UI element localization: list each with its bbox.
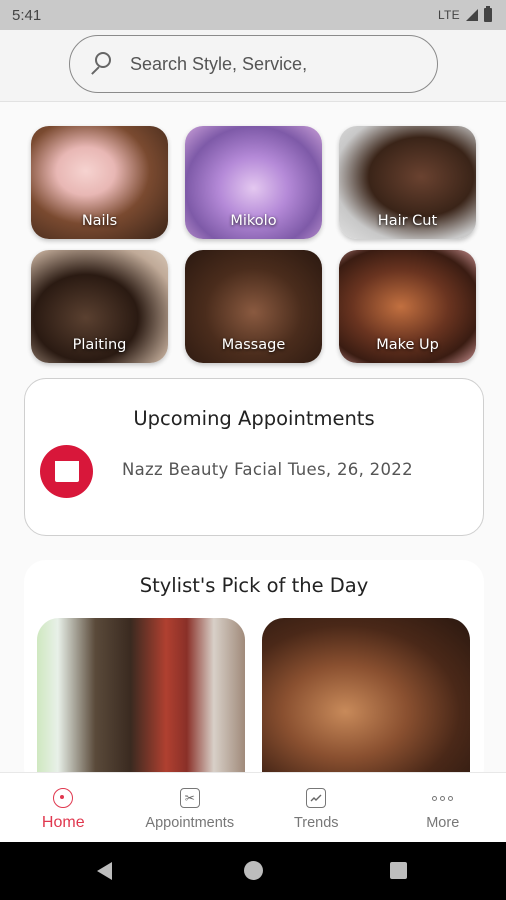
upcoming-appointments-title: Upcoming Appointments [133, 407, 375, 430]
nav-more[interactable]: More [380, 773, 506, 842]
battery-icon [484, 6, 492, 22]
nav-home[interactable]: Home [0, 773, 127, 842]
nav-label: More [426, 815, 460, 831]
category-tile-massage[interactable]: Massage [185, 250, 322, 363]
network-type: LTE [437, 8, 460, 22]
more-icon [432, 787, 454, 809]
status-time: 5:41 [12, 6, 42, 24]
stylist-pick-image[interactable] [262, 618, 470, 788]
search-input[interactable] [130, 53, 410, 75]
upcoming-appointments-card[interactable]: Upcoming Appointments Nazz Beauty Facial… [24, 378, 484, 536]
category-tile-make-up[interactable]: Make Up [339, 250, 476, 363]
nav-label: Home [41, 814, 85, 831]
category-label: Hair Cut [377, 213, 438, 229]
search-icon[interactable] [88, 51, 114, 77]
home-icon [52, 787, 74, 809]
search-bar[interactable] [69, 35, 438, 93]
category-tile-mikolo[interactable]: Mikolo [185, 126, 322, 239]
category-label: Plaiting [72, 337, 127, 353]
category-label: Massage [221, 337, 286, 353]
recent-apps-icon[interactable] [390, 862, 407, 879]
stylist-pick-image[interactable] [37, 618, 245, 788]
appointment-detail[interactable]: Nazz Beauty Facial Tues, 26, 2022 [122, 460, 413, 479]
calendar-badge [40, 445, 93, 498]
stylist-pick-section: Stylist's Pick of the Day [24, 560, 484, 790]
trend-icon [305, 787, 327, 809]
search-header [0, 30, 506, 102]
nav-label: Appointments [145, 815, 235, 831]
nav-label: Trends [293, 815, 339, 831]
category-label: Make Up [376, 337, 439, 353]
stylist-pick-title: Stylist's Pick of the Day [139, 574, 369, 597]
category-tile-plaiting[interactable]: Plaiting [31, 250, 168, 363]
back-icon[interactable] [97, 862, 112, 880]
category-label: Nails [81, 213, 118, 229]
home-circle-icon[interactable] [244, 861, 263, 880]
status-icons: LTE [437, 6, 492, 22]
bottom-navigation: Home ✂ Appointments Trends More [0, 772, 506, 842]
scissors-icon: ✂ [179, 787, 201, 809]
status-bar: 5:41 LTE [0, 0, 506, 30]
category-tile-nails[interactable]: Nails [31, 126, 168, 239]
nav-appointments[interactable]: ✂ Appointments [127, 773, 254, 842]
system-navigation-bar [0, 842, 506, 900]
signal-icon [466, 9, 478, 21]
category-label: Mikolo [230, 213, 277, 229]
nav-trends[interactable]: Trends [253, 773, 380, 842]
category-tile-hair-cut[interactable]: Hair Cut [339, 126, 476, 239]
calendar-icon [54, 461, 79, 482]
